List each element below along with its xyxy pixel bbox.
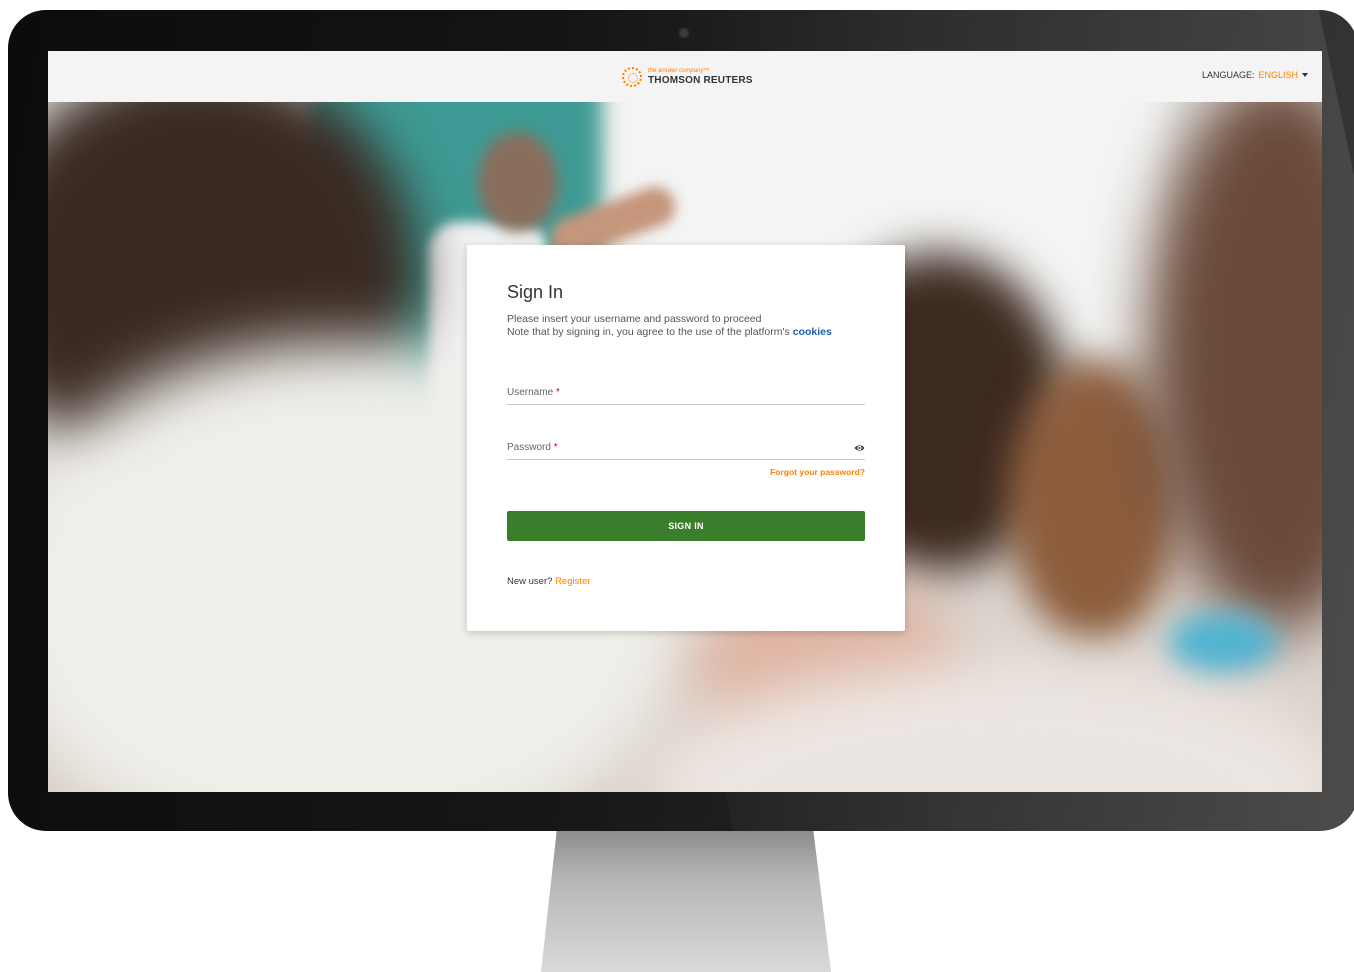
brand-logo[interactable]: the answer company™ THOMSON REUTERS — [622, 63, 753, 91]
forgot-password-link[interactable]: Forgot your password? — [770, 467, 865, 477]
monitor-mockup: the answer company™ THOMSON REUTERS LANG… — [0, 0, 1354, 972]
description-line-2-text: Note that by signing in, you agree to th… — [507, 326, 790, 338]
screen: the answer company™ THOMSON REUTERS LANG… — [48, 51, 1322, 792]
photo-blue-accent — [1168, 612, 1278, 672]
monitor-stand — [541, 828, 831, 972]
description-line-2: Note that by signing in, you agree to th… — [507, 326, 832, 339]
logo-tagline: the answer company™ — [648, 68, 710, 74]
username-field[interactable]: Username * — [507, 384, 869, 406]
new-user-row: New user? Register — [507, 576, 590, 587]
sign-in-button[interactable]: SIGN IN — [507, 511, 865, 541]
top-bar: the answer company™ THOMSON REUTERS LANG… — [48, 51, 1322, 102]
logo-text: the answer company™ THOMSON REUTERS — [648, 68, 753, 86]
password-input[interactable] — [507, 439, 869, 461]
language-selector[interactable]: LANGUAGE: ENGLISH — [1202, 70, 1308, 80]
sign-in-description: Please insert your username and password… — [507, 313, 832, 339]
photo-right-edge — [1148, 102, 1322, 632]
new-user-text: New user? — [507, 576, 553, 587]
username-input[interactable] — [507, 384, 869, 406]
sign-in-card: Sign In Please insert your username and … — [467, 245, 905, 631]
language-value: ENGLISH — [1258, 70, 1298, 80]
logo-name: THOMSON REUTERS — [648, 75, 753, 86]
language-label: LANGUAGE: — [1201, 70, 1255, 80]
eye-icon[interactable] — [854, 444, 865, 452]
password-field[interactable]: Password * — [507, 439, 869, 461]
description-line-1: Please insert your username and password… — [507, 313, 762, 325]
camera-dot — [678, 27, 690, 39]
caret-down-icon — [1302, 73, 1308, 77]
register-link[interactable]: Register — [555, 576, 590, 587]
thomson-reuters-logo-icon — [622, 67, 642, 87]
cookies-link[interactable]: cookies — [793, 326, 832, 338]
photo-teacher-head — [478, 132, 558, 232]
sign-in-title: Sign In — [507, 282, 564, 302]
